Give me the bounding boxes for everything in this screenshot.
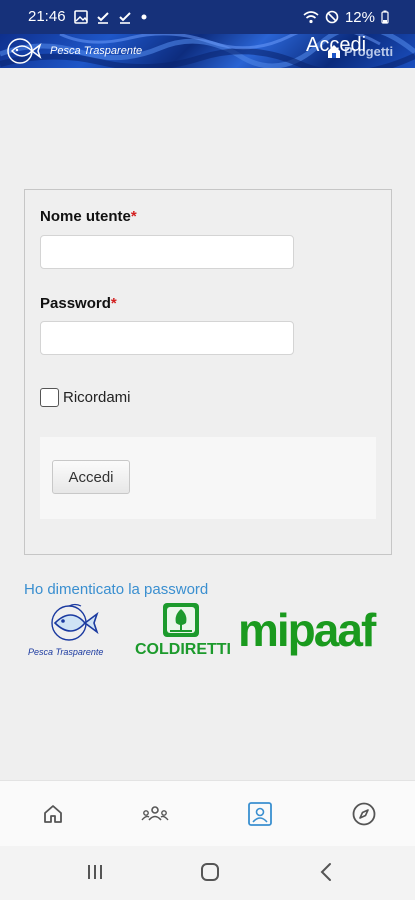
nav-profile[interactable]: [245, 799, 275, 829]
status-bar: 21:46 12%: [0, 0, 415, 34]
page-title: Accedi: [306, 34, 367, 56]
username-label: Nome utente*: [40, 208, 137, 225]
bottom-navigation: [0, 780, 415, 846]
status-time: 21:46: [28, 8, 66, 25]
home-button[interactable]: [199, 862, 221, 887]
remember-me[interactable]: Ricordami: [40, 388, 131, 407]
back-icon: [320, 863, 331, 881]
dot-icon: [141, 14, 147, 20]
coldiretti-logo: COLDIRETTI: [134, 601, 231, 661]
download-done-icon: [119, 12, 131, 24]
remember-label: Ricordami: [63, 389, 131, 406]
wifi-icon: [303, 11, 319, 24]
notification-icons: [74, 8, 148, 26]
home-circle-icon: [201, 863, 219, 881]
password-label: Password*: [40, 295, 117, 312]
username-input[interactable]: [40, 235, 294, 269]
pesca-logo-text: Pesca Trasparente: [28, 647, 104, 657]
community-icon: [141, 806, 169, 821]
image-notification-icon: [74, 10, 88, 24]
back-button[interactable]: [318, 862, 334, 887]
required-mark: *: [130, 208, 137, 225]
profile-card-icon: [248, 802, 272, 826]
remember-checkbox[interactable]: [40, 388, 59, 407]
button-area: Accedi: [40, 437, 376, 519]
nav-home[interactable]: [38, 799, 68, 829]
pesca-trasparente-logo: Pesca Trasparente: [25, 601, 125, 663]
nav-explore[interactable]: [349, 799, 379, 829]
coldiretti-emblem-icon: [163, 603, 199, 637]
fish-logo-icon: [7, 38, 42, 64]
home-icon: [44, 805, 62, 823]
fish-logo-icon: [51, 603, 99, 641]
username-label-text: Nome utente: [40, 208, 131, 225]
compass-icon: [352, 802, 376, 826]
required-mark: *: [110, 295, 117, 312]
battery-icon: [381, 10, 389, 24]
download-done-icon: [97, 12, 109, 24]
system-status-icons: 12%: [303, 8, 389, 26]
recents-button[interactable]: [86, 862, 104, 887]
nav-community[interactable]: [140, 799, 170, 829]
brand-logo[interactable]: Pesca Trasparente: [6, 34, 142, 68]
mipaaf-logo: mipaaf: [238, 604, 376, 656]
app-header: Pesca Trasparente Progetti Accedi: [0, 34, 415, 68]
battery-percent: 12%: [344, 8, 375, 26]
recents-icon: [88, 865, 102, 879]
login-form: Nome utente* Password* Ricordami Accedi: [24, 189, 392, 555]
password-input[interactable]: [40, 321, 294, 355]
system-navigation: [0, 846, 415, 900]
login-button[interactable]: Accedi: [52, 460, 130, 494]
forgot-password-link[interactable]: Ho dimenticato la password: [24, 581, 208, 598]
brand-name: Pesca Trasparente: [50, 45, 143, 57]
coldiretti-logo-text: COLDIRETTI: [135, 641, 231, 658]
password-label-text: Password: [40, 295, 111, 312]
do-not-disturb-icon: [325, 10, 339, 24]
